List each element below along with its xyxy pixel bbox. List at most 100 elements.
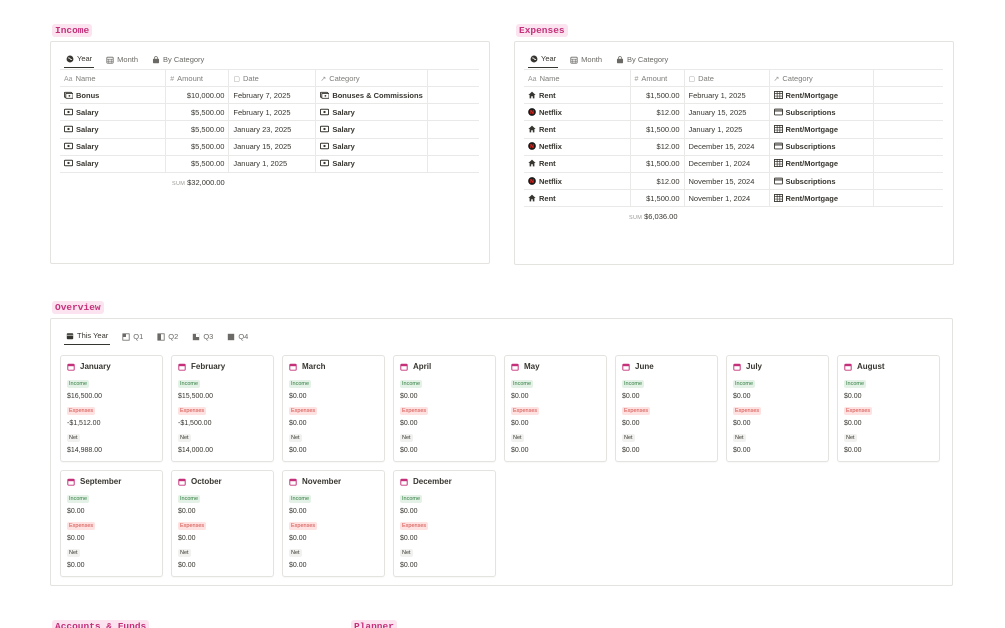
overview-tab-q4[interactable]: Q4 [225, 330, 250, 345]
tab-label: By Category [163, 55, 205, 64]
relation-icon: ↗ [773, 75, 780, 83]
table-header-row: Aa Name # Amount ▢ Date ↗ Category [524, 69, 943, 87]
expenses-value: $0.00 [289, 535, 307, 542]
month-card[interactable]: March Income $0.00 Expenses $0.00 Net $0.00 [282, 355, 385, 462]
table-row[interactable]: Rent $1,500.00 February 1, 2025 Rent/Mor… [524, 86, 943, 105]
table-row[interactable]: Netflix $12.00 January 15, 2025 Subscrip… [524, 103, 943, 122]
overview-tab-q3[interactable]: Q3 [190, 330, 215, 345]
table-row[interactable]: Salary $5,500.00 January 23, 2025 Salary [60, 120, 479, 139]
month-name: December [413, 477, 452, 486]
income-value: $0.00 [622, 393, 640, 400]
calendar-icon [844, 363, 852, 371]
month-card[interactable]: February Income $15,500.00 Expenses -$1,500.… [171, 355, 274, 462]
table-row[interactable]: Rent $1,500.00 December 1, 2024 Rent/Mor… [524, 155, 943, 173]
tab-label: Month [581, 55, 603, 64]
expenses-tag: Expenses [844, 407, 873, 415]
income-value: $0.00 [289, 393, 307, 400]
bag-icon [152, 55, 160, 63]
column-header-amount[interactable]: # Amount [165, 69, 230, 87]
month-card[interactable]: October Income $0.00 Expenses $0.00 Net $0.00 [171, 470, 274, 577]
column-header-name[interactable]: Aa Name [524, 69, 631, 87]
income-value: $0.00 [178, 508, 196, 515]
income-tab-month[interactable]: Month [104, 53, 140, 68]
table-row[interactable]: Salary $5,500.00 January 15, 2025 Salary [60, 138, 479, 156]
month-name: May [524, 362, 540, 371]
month-name: March [302, 362, 326, 371]
expenses-tag: Expenses [400, 407, 429, 415]
table-row[interactable]: Rent $1,500.00 January 1, 2025 Rent/Mort… [524, 120, 943, 139]
globe-icon [530, 55, 538, 62]
expenses-value: $0.00 [844, 420, 862, 427]
table-row[interactable]: Netflix $12.00 November 15, 2024 Subscri… [524, 172, 943, 191]
accounts-section-label: Accounts & Funds [52, 620, 150, 628]
income-tag: Income [400, 380, 423, 388]
globe-icon [66, 55, 74, 62]
expenses-tag: Expenses [622, 407, 651, 415]
column-header-date[interactable]: ▢ Date [228, 69, 317, 87]
table-row[interactable]: Rent $1,500.00 November 1, 2024 Rent/Mor… [524, 189, 943, 208]
expenses-tag: Expenses [67, 522, 96, 530]
table-row[interactable]: Salary $5,500.00 February 1, 2025 Salary [60, 103, 479, 122]
column-header-category[interactable]: ↗ Category [315, 69, 428, 87]
column-header-empty [873, 69, 943, 87]
overview-tab-this-year[interactable]: This Year [64, 329, 111, 345]
month-name: August [857, 362, 885, 371]
net-tag: Net [289, 549, 302, 557]
month-card[interactable]: August Income $0.00 Expenses $0.00 Net $0.00 [837, 355, 940, 462]
table-row[interactable]: Salary $5,500.00 January 1, 2025 Salary [60, 155, 479, 173]
planner-section-label: Planner [351, 620, 397, 628]
month-card[interactable]: July Income $0.00 Expenses $0.00 Net $0.00 [726, 355, 829, 462]
month-card[interactable]: September Income $0.00 Expenses $0.00 Net $0.0… [60, 470, 163, 577]
calendar-icon [570, 56, 578, 64]
month-card-title: March [289, 362, 326, 371]
netflix-icon [528, 176, 536, 185]
building-icon [773, 90, 783, 99]
month-card[interactable]: November Income $0.00 Expenses $0.00 Net $0.00 [282, 470, 385, 577]
month-card[interactable]: January Income $16,500.00 Expenses -$1,512.0… [60, 355, 163, 462]
column-header-amount[interactable]: # Amount [630, 69, 685, 87]
income-value: $0.00 [67, 508, 85, 515]
month-name: June [635, 362, 654, 371]
tab-label: Q2 [168, 332, 179, 341]
expenses-tab-year[interactable]: Year [528, 52, 559, 68]
expenses-table: Aa Name # Amount ▢ Date ↗ Category Rent $1,5… [524, 69, 943, 208]
column-header-date[interactable]: ▢ Date [684, 69, 770, 87]
month-card[interactable]: May Income $0.00 Expenses $0.00 Net $0.00 [504, 355, 607, 462]
net-value: $0.00 [511, 447, 529, 454]
number-icon: # [170, 75, 175, 83]
house-icon [528, 91, 536, 98]
calendar-icon [289, 363, 297, 371]
tab-label: This Year [77, 331, 109, 340]
income-value: $0.00 [733, 393, 751, 400]
net-tag: Net [400, 549, 413, 557]
expenses-tab-by-category[interactable]: By Category [614, 53, 670, 68]
net-tag: Net [400, 434, 413, 442]
month-card-title: May [511, 362, 540, 371]
table-row[interactable]: Bonus $10,000.00 February 7, 2025 Bonuse… [60, 86, 479, 105]
month-card[interactable]: December Income $0.00 Expenses $0.00 Net $0.00 [393, 470, 496, 577]
house-icon [528, 194, 536, 202]
column-header-category[interactable]: ↗ Category [769, 69, 874, 87]
expenses-tab-month[interactable]: Month [568, 53, 604, 68]
income-tag: Income [622, 380, 645, 388]
table-row[interactable]: Netflix $12.00 December 15, 2024 Subscri… [524, 138, 943, 156]
month-card[interactable]: June Income $0.00 Expenses $0.00 Net $0.00 [615, 355, 718, 462]
number-icon: # [634, 75, 639, 83]
money-icon [64, 125, 73, 133]
money-icon [320, 108, 330, 115]
income-value: $0.00 [289, 508, 307, 515]
net-tag: Net [844, 434, 857, 442]
calendar-icon [733, 363, 741, 371]
net-value: $0.00 [400, 447, 418, 454]
overview-tab-q1[interactable]: Q1 [120, 330, 145, 345]
month-card[interactable]: April Income $0.00 Expenses $0.00 Net $0.00 [393, 355, 496, 462]
calendar-icon [289, 478, 297, 486]
month-card-title: December [400, 477, 452, 486]
overview-tab-q2[interactable]: Q2 [155, 330, 180, 345]
quarter-icon [193, 333, 200, 340]
netflix-icon [528, 142, 536, 150]
income-tab-by-category[interactable]: By Category [150, 53, 206, 68]
net-tag: Net [178, 434, 191, 442]
column-header-name[interactable]: Aa Name [60, 69, 167, 87]
income-tab-year[interactable]: Year [64, 52, 95, 68]
